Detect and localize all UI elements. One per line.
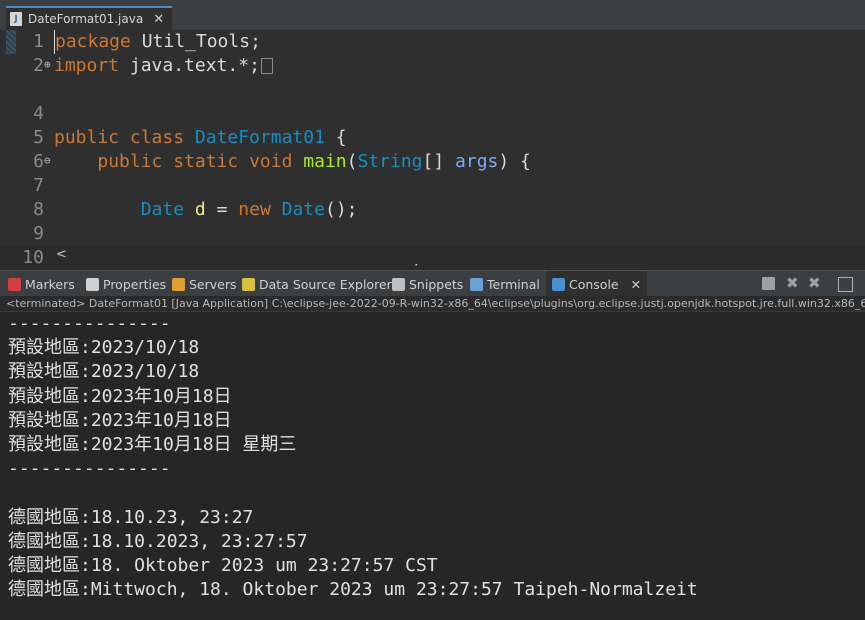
code-token: public static void (97, 151, 304, 172)
code-token: new (238, 199, 282, 220)
console-output[interactable]: --------------- 預設地區:2023/10/18 預設地區:2023/… (0, 312, 865, 620)
console-line: 預設地區:2023/10/18 (8, 361, 200, 383)
code-token: ( (346, 151, 358, 172)
code-token: Date (140, 199, 185, 220)
code-token: Date (281, 199, 325, 220)
code-token: package (55, 31, 131, 52)
line-number: 6 (33, 151, 44, 172)
line-number: 7 (33, 175, 44, 196)
code-text: package Util_Tools; (54, 30, 261, 54)
data-source-explorer-icon (242, 277, 255, 291)
tab-label: Terminal (487, 276, 540, 292)
tab-label: Snippets (409, 276, 464, 292)
code-text: Date d = new Date(); (54, 198, 358, 222)
close-icon[interactable]: ✕ (631, 277, 641, 292)
editor-tab-label: DateFormat01.java (28, 12, 144, 26)
editor-tab-strip: J DateFormat01.java ✕ (0, 0, 865, 31)
remove-launch-icon[interactable]: ✖ (786, 276, 799, 291)
tab-label: Data Source Explorer (259, 276, 392, 292)
code-token: d (194, 199, 206, 220)
tab-servers[interactable]: Servers (172, 271, 237, 297)
tab-label: Properties (103, 276, 167, 292)
console-line: --------------- (8, 458, 171, 480)
terminate-icon[interactable] (762, 277, 775, 290)
collapsed-imports-box[interactable] (260, 58, 273, 74)
tab-label: Console (569, 276, 619, 292)
code-token: [] (422, 151, 456, 172)
console-line: 德國地區:Mittwoch, 18. Oktober 2023 um 23:27… (8, 579, 698, 601)
line-number: 1 (33, 31, 44, 52)
code-token: import (54, 55, 120, 76)
remove-all-terminated-icon[interactable]: ✖ (808, 276, 821, 291)
code-token: String (357, 151, 423, 172)
markers-icon (8, 277, 21, 291)
line-number: 2 (33, 55, 44, 76)
line-number: 5 (33, 127, 44, 148)
console-status-line: <terminated> DateFormat01 [Java Applicat… (0, 296, 865, 312)
code-line[interactable]: 1 package Util_Tools; (0, 30, 865, 54)
line-number: 10 (22, 247, 44, 268)
properties-icon (86, 277, 99, 291)
tab-label: Markers (25, 276, 75, 292)
tab-label: Servers (189, 276, 237, 292)
servers-icon (172, 277, 185, 291)
code-line[interactable]: 5 public class DateFormat01 { (0, 126, 865, 150)
close-icon[interactable]: ✕ (153, 12, 164, 27)
code-text: public class DateFormat01 { (54, 126, 347, 150)
code-token: args (455, 151, 499, 172)
tab-terminal[interactable]: Terminal (470, 271, 540, 297)
code-text: import java.text.*; (54, 54, 273, 78)
code-line[interactable]: 7 (0, 174, 865, 198)
console-line: 預設地區:2023年10月18日 (8, 385, 232, 407)
editor-tab-dateformat01[interactable]: J DateFormat01.java ✕ (6, 6, 173, 30)
code-token: Util_Tools; (130, 31, 261, 52)
code-token: DateFormat01 (194, 127, 325, 148)
console-icon (552, 277, 565, 291)
console-line: 德國地區:18. Oktober 2023 um 23:27:57 CST (8, 555, 438, 576)
console-line: 預設地區:2023年10月18日 (8, 409, 232, 431)
code-line[interactable]: 4 (0, 102, 865, 126)
line-number: 9 (33, 223, 44, 244)
code-token: java.text.*; (119, 55, 260, 76)
code-token: main (303, 151, 347, 172)
java-file-icon: J (10, 12, 22, 26)
tab-data-source-explorer[interactable]: Data Source Explorer (242, 271, 392, 297)
code-line[interactable]: 6 ⊖ public static void main(String[] args… (0, 150, 865, 174)
expand-fold-icon[interactable]: ⊕ (44, 54, 51, 76)
console-line: 預設地區:2023年10月18日 星期三 (8, 434, 297, 455)
collapse-fold-icon[interactable]: ⊖ (44, 150, 51, 172)
tab-console[interactable]: Console ✕ (546, 271, 648, 297)
code-token: (); (324, 199, 358, 220)
code-editor[interactable]: 1 package Util_Tools; 2 ⊕ import java.text.*… (0, 30, 865, 268)
code-line[interactable]: 9 (0, 222, 865, 246)
console-line: 預設地區:2023/10/18 (8, 337, 200, 359)
code-line[interactable]: 2 ⊕ import java.text.*; (0, 54, 865, 78)
tab-properties[interactable]: Properties (86, 271, 166, 297)
code-text: public static void main(String[] args) { (54, 150, 531, 174)
clear-console-icon[interactable] (838, 277, 853, 292)
tab-snippets[interactable]: Snippets (392, 271, 463, 297)
tab-markers[interactable]: Markers (8, 271, 75, 297)
code-token: { (324, 127, 347, 148)
code-token: = (205, 199, 239, 220)
code-line[interactable]: 8 Date d = new Date(); (0, 198, 865, 222)
horizontal-scrollbar[interactable]: < (52, 246, 865, 264)
line-number: 4 (33, 103, 44, 124)
console-line: --------------- (8, 313, 171, 334)
code-token: public class (54, 127, 195, 148)
line-number: 8 (33, 199, 44, 220)
console-line: 德國地區:18.10.2023, 23:27:57 (8, 530, 308, 552)
views-tab-bar: Markers Properties Servers Data Source Expl… (0, 270, 865, 297)
code-token: ) { (498, 151, 531, 172)
snippets-icon (392, 277, 405, 291)
scroll-left-arrow-icon[interactable]: < (56, 246, 67, 264)
console-line: 德國地區:18.10.23, 23:27 (8, 506, 254, 528)
terminal-icon (470, 277, 483, 291)
